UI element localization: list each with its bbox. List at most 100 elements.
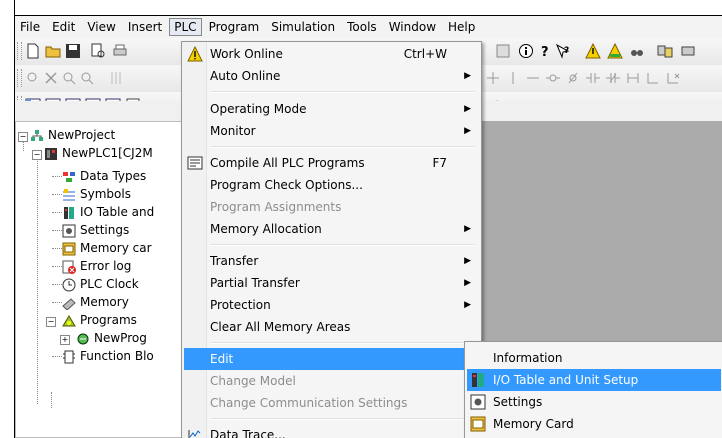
tree-item-settings[interactable]: Settings (62, 221, 129, 239)
zoom-out-icon[interactable] (79, 70, 95, 86)
symbols-icon (63, 188, 75, 200)
nc-contact-icon[interactable] (605, 70, 621, 86)
submenu-arrow-icon: ▶ (464, 256, 471, 266)
tree-expander-plc[interactable]: − (32, 150, 42, 160)
program-icon (77, 333, 89, 344)
menu-help[interactable]: Help (443, 18, 480, 36)
menu-tools[interactable]: Tools (342, 18, 382, 36)
grid-icon[interactable] (108, 70, 124, 86)
search-binoculars-icon[interactable] (629, 43, 645, 59)
menu-item-clear-all-memory[interactable]: Clear All Memory Areas (184, 316, 477, 338)
menu-item-program-check-options[interactable]: Program Check Options... (184, 174, 477, 196)
menu-item-auto-online[interactable]: Auto Online ▶ (184, 65, 477, 87)
menu-window[interactable]: Window (384, 18, 441, 36)
programs-icon (62, 314, 76, 326)
menu-item-monitor[interactable]: Monitor ▶ (184, 120, 477, 142)
print-preview-icon[interactable] (90, 43, 106, 59)
print-icon[interactable] (112, 43, 128, 59)
submenu-arrow-icon: ▶ (464, 104, 471, 114)
menu-separator (210, 244, 475, 246)
tree-item-memory[interactable]: Memory (62, 293, 129, 311)
menu-item-protection[interactable]: Protection ▶ (184, 294, 477, 316)
menu-item-memory-allocation[interactable]: Memory Allocation ▶ (184, 218, 477, 240)
menu-item-label: Work Online (210, 47, 283, 61)
hline-icon[interactable] (525, 70, 541, 86)
tree-item-io-table[interactable]: IO Table and (62, 203, 154, 221)
menu-item-edit[interactable]: Edit ▶ (184, 348, 477, 370)
menu-file[interactable]: File (15, 18, 45, 36)
tree-label: PLC Clock (80, 277, 139, 291)
toolbar-grip[interactable] (17, 69, 22, 87)
zoom-fit-icon[interactable] (25, 70, 41, 86)
menu-insert[interactable]: Insert (123, 18, 167, 36)
tree-item-function-blocks[interactable]: Function Blo (62, 347, 154, 365)
line-icon[interactable] (505, 70, 521, 86)
submenu-item-io-table-unit-setup[interactable]: I/O Table and Unit Setup (467, 369, 721, 391)
menu-program[interactable]: Program (204, 18, 265, 36)
tree-label: NewProg (94, 331, 147, 345)
help-icon[interactable]: ? (537, 43, 553, 59)
info-icon[interactable] (518, 43, 534, 59)
tree-item-plc[interactable]: NewPLC1[CJ2M (44, 144, 153, 162)
tree-label: IO Table and (80, 205, 155, 219)
not-coil-icon[interactable] (565, 70, 581, 86)
toolbar-grip[interactable] (17, 42, 22, 60)
tree-expander-programs[interactable]: − (46, 317, 56, 327)
contact-icon[interactable] (585, 70, 601, 86)
warning-monitor-icon[interactable] (607, 43, 623, 59)
tree-expander-newprog[interactable]: + (60, 335, 70, 345)
menu-view[interactable]: View (82, 18, 120, 36)
menu-item-program-assignments: Program Assignments (184, 196, 477, 218)
compare-icon[interactable] (657, 43, 673, 59)
menu-item-work-online[interactable]: Work Online Ctrl+W (184, 43, 477, 65)
context-help-icon[interactable]: ? (555, 43, 571, 59)
error-log-icon (62, 260, 76, 274)
warning-online-icon[interactable] (585, 43, 601, 59)
menu-item-label: Protection (210, 298, 271, 312)
open-folder-icon[interactable] (45, 43, 61, 59)
submenu-item-memory-card[interactable]: Memory Card (467, 413, 721, 435)
tree-item-programs[interactable]: Programs (62, 311, 137, 329)
menu-item-label: Transfer (210, 254, 259, 268)
menu-edit[interactable]: Edit (47, 18, 80, 36)
submenu-item-information[interactable]: Information (467, 347, 721, 369)
tree-item-memory-card[interactable]: Memory car (62, 239, 152, 257)
toolbar-extra-icon[interactable] (680, 43, 696, 59)
menu-item-compile-all[interactable]: Compile All PLC Programs F7 (184, 152, 477, 174)
compile-icon (187, 156, 203, 170)
menu-item-operating-mode[interactable]: Operating Mode ▶ (184, 98, 477, 120)
menu-bar: File Edit View Insert PLC Program Simula… (15, 16, 722, 38)
cut-icon[interactable] (43, 70, 59, 86)
settings-icon (62, 224, 76, 237)
tree-item-error-log[interactable]: Error log (62, 257, 131, 275)
new-file-icon[interactable] (25, 43, 41, 59)
menu-item-label: Memory Card (493, 417, 574, 431)
menu-simulation[interactable]: Simulation (266, 18, 340, 36)
menu-item-data-trace[interactable]: Data Trace... (184, 424, 477, 438)
coil-icon[interactable] (545, 70, 561, 86)
zoom-in-icon[interactable] (61, 70, 77, 86)
save-icon[interactable] (65, 43, 81, 59)
menu-item-transfer[interactable]: Transfer ▶ (184, 250, 477, 272)
submenu-item-settings[interactable]: Settings (467, 391, 721, 413)
tree-item-newprog[interactable]: NewProg (76, 329, 147, 347)
tree-item-project[interactable]: NewProject (30, 126, 115, 144)
menu-item-shortcut: Ctrl+W (403, 47, 447, 61)
function-block-icon (63, 350, 75, 363)
tree-item-plc-clock[interactable]: PLC Clock (62, 275, 139, 293)
erase-line-icon[interactable] (665, 70, 681, 86)
tree-item-symbols[interactable]: Symbols (62, 185, 131, 203)
tree-expander-project[interactable]: − (18, 132, 28, 142)
menu-plc[interactable]: PLC (169, 18, 202, 36)
rung-icon[interactable] (485, 70, 501, 86)
tree-label: Memory (80, 295, 129, 309)
menu-item-partial-transfer[interactable]: Partial Transfer ▶ (184, 272, 477, 294)
tool-icon[interactable] (495, 43, 511, 59)
svg-text:?: ? (541, 45, 549, 59)
menu-item-shortcut: F7 (432, 156, 447, 170)
line-draw-icon[interactable] (645, 70, 661, 86)
io-table-icon (64, 206, 74, 219)
tree-item-data-types[interactable]: Data Types (62, 167, 146, 185)
instruction-icon[interactable] (625, 70, 641, 86)
menu-item-change-model: Change Model (184, 370, 477, 392)
